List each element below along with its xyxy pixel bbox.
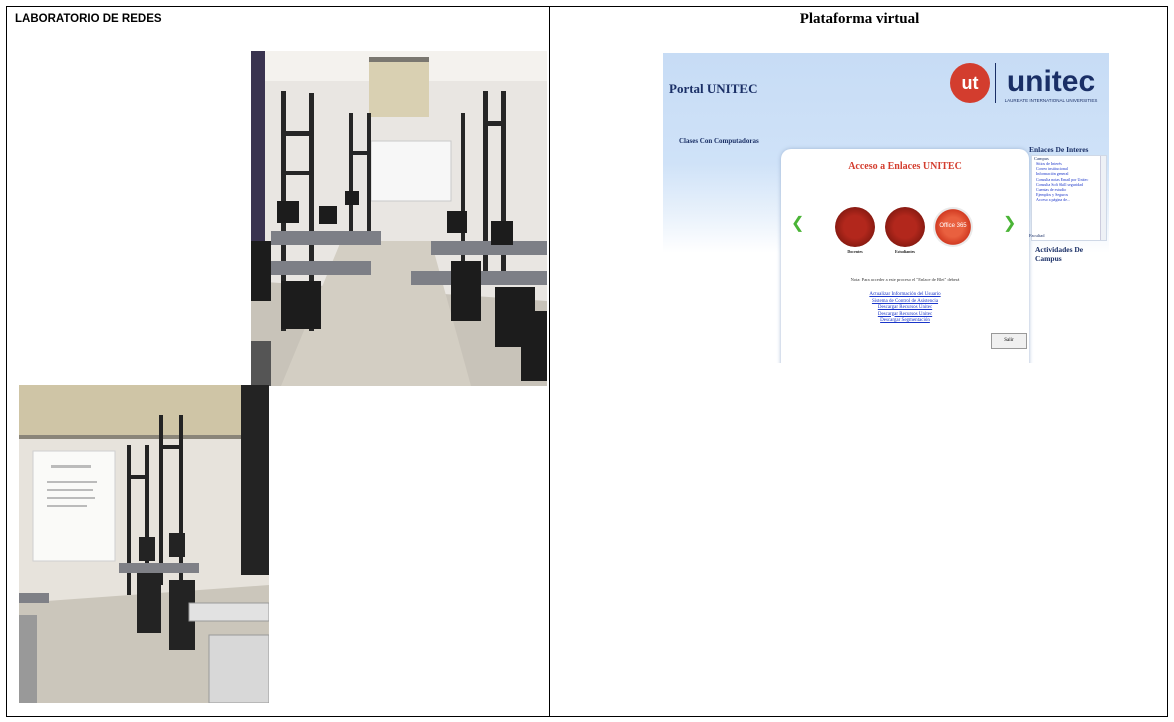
clases-label: Clases Con Computadoras [679,137,759,145]
sidebar-link[interactable]: Acceso a página de... [1032,197,1106,202]
portal-links: Actualizar Información del Usuario Siste… [781,292,1029,325]
card-title: Acceso a Enlaces UNITEC [848,161,962,172]
portal-note: Nota: Para acceder a este proceso el "En… [850,277,960,282]
lab-photo-racks [251,51,547,386]
enlaces-sidebar: Campus Sitios de Interés Correo instituc… [1031,155,1107,241]
portal-title: Portal UNITEC [669,81,758,96]
brand-word: unitec [1007,65,1095,98]
heading-plataforma: Plataforma virtual [799,11,920,27]
brand-subtitle: LAUREATE INTERNATIONAL UNIVERSITIES [1005,98,1098,103]
arrow-left-icon[interactable]: ❮ [791,213,804,233]
actividades-heading: Actividades De Campus [1035,245,1084,263]
access-card: Acceso a Enlaces UNITEC ❮ ❯ Docentes Est… [781,149,1029,363]
portal-screenshot: Portal UNITEC ut unitec LAUREATE INTERNA… [663,53,1109,363]
logo-letters: ut [962,73,979,93]
estudiantes-icon[interactable]: Estudiantes [885,207,925,254]
lab-photo-projector [19,385,269,703]
document-table: LABORATORIO DE REDES Plataforma virtual [6,6,1168,717]
faculty-label: Facultad [1029,233,1045,238]
heading-laboratorio: LABORATORIO DE REDES [15,13,162,25]
arrow-right-icon[interactable]: ❯ [1003,213,1016,233]
enlaces-heading: Enlaces De Interes [1029,145,1089,154]
salir-button[interactable]: Salir [991,333,1027,349]
sidebar-scrollbar[interactable] [1100,156,1106,240]
unitec-logo: ut unitec LAUREATE INTERNATIONAL UNIVERS… [948,59,1106,109]
docentes-icon[interactable]: Docentes [835,207,875,254]
column-divider [549,7,550,716]
portal-link[interactable]: Descargar Segmentación [781,318,1029,325]
office365-icon[interactable]: Office 365 [933,207,973,247]
